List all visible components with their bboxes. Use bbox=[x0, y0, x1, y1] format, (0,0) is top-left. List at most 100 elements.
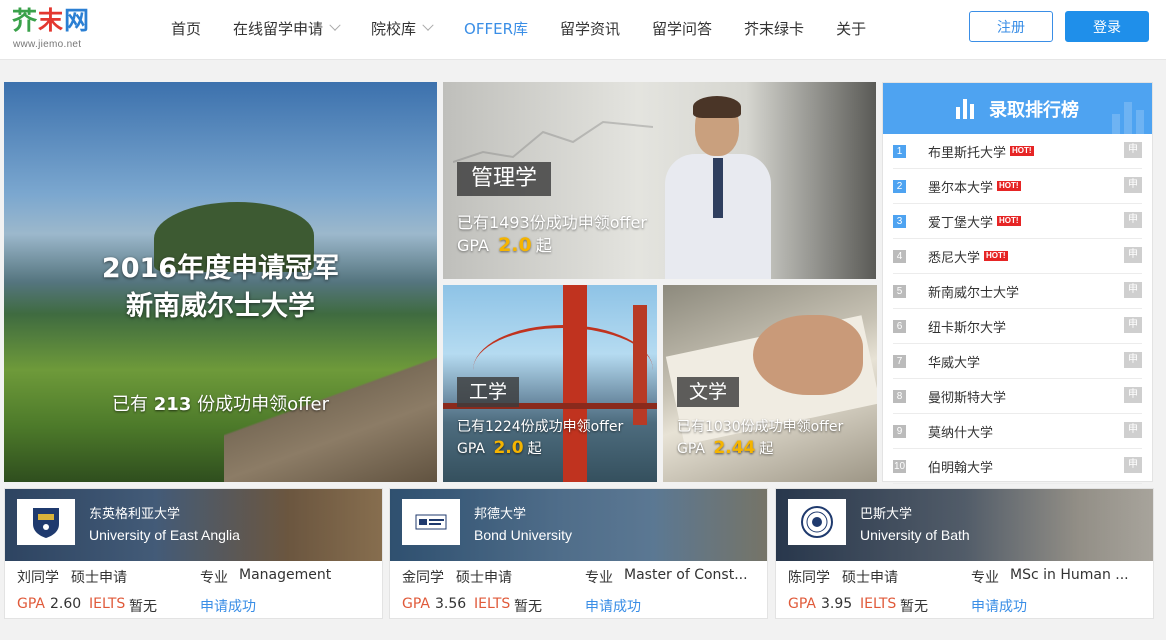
nav-item-greencard[interactable]: 芥末绿卡 bbox=[728, 0, 820, 56]
ranking-list: 1 布里斯托大学 HOT! 申 2 墨尔本大学 HOT! 申 3 爱丁堡大学 HOT! 申 4 悉尼大学 H… bbox=[883, 134, 1152, 484]
ielts-label: IELTS bbox=[860, 596, 897, 612]
gpa-value: 3.56 bbox=[435, 596, 467, 612]
gpa-value: 2.44 bbox=[713, 438, 756, 458]
apply-tag[interactable]: 申 bbox=[1124, 387, 1142, 403]
nav-label: 芥末绿卡 bbox=[744, 19, 805, 38]
presenter-image bbox=[663, 92, 773, 279]
nav-item-offer-db[interactable]: OFFER库 bbox=[448, 0, 544, 56]
gpa-value: 2.60 bbox=[50, 596, 82, 612]
apply-tag[interactable]: 申 bbox=[1124, 247, 1142, 263]
offer-count-text: 已有1224份成功申领offer bbox=[457, 419, 624, 435]
ranking-row[interactable]: 6 纽卡斯尔大学 申 bbox=[893, 309, 1142, 344]
logo-url: www.jiemo.net bbox=[13, 39, 82, 50]
chevron-down-icon bbox=[329, 19, 341, 31]
featured-title-line1: 2016年度申请冠军 bbox=[101, 253, 340, 284]
login-button[interactable]: 登录 bbox=[1065, 11, 1149, 42]
ranking-row[interactable]: 4 悉尼大学 HOT! 申 bbox=[893, 239, 1142, 274]
nav-label: OFFER库 bbox=[464, 19, 529, 38]
main-nav: 首页 在线留学申请 院校库 OFFER库 留学资讯 留学问答 芥末绿卡 关于 bbox=[155, 0, 882, 56]
ielts-label: IELTS bbox=[474, 596, 511, 612]
featured-title: 2016年度申请冠军 新南威尔士大学 bbox=[4, 250, 437, 326]
major-label: 专业 bbox=[200, 570, 228, 586]
hot-badge: HOT! bbox=[997, 181, 1021, 191]
featured-banner[interactable]: 2016年度申请冠军 新南威尔士大学 已有 213 份成功申领offer bbox=[4, 82, 437, 482]
gpa-line: GPA 2.0 起 bbox=[457, 232, 552, 256]
gpa-value: 2.0 bbox=[493, 438, 524, 458]
top-header: 芥末网 www.jiemo.net 首页 在线留学申请 院校库 OFFER库 留… bbox=[0, 0, 1166, 60]
hot-badge: HOT! bbox=[984, 251, 1008, 261]
ranking-row[interactable]: 10 伯明翰大学 申 bbox=[893, 449, 1142, 484]
gpa-label: GPA bbox=[677, 441, 705, 457]
rank-number: 3 bbox=[893, 214, 906, 228]
gpa-value: 2.0 bbox=[498, 234, 532, 256]
university-crest-icon bbox=[402, 499, 460, 545]
category-tile-engineering[interactable]: 工学 已有1224份成功申领offer GPA 2.0 起 bbox=[443, 285, 657, 482]
register-button[interactable]: 注册 bbox=[969, 11, 1053, 42]
student-name: 陈同学 bbox=[788, 570, 830, 586]
offer-card[interactable]: 邦德大学 Bond University 金同学 硕士申请 专业 Master … bbox=[389, 488, 768, 619]
category-tag: 管理学 bbox=[457, 162, 552, 196]
student-name: 金同学 bbox=[402, 570, 444, 586]
apply-tag[interactable]: 申 bbox=[1124, 317, 1142, 333]
category-tile-management[interactable]: 管理学 已有1493份成功申领offer GPA 2.0 起 bbox=[443, 82, 876, 279]
nav-item-about[interactable]: 关于 bbox=[820, 0, 882, 56]
bridge-tower-image bbox=[563, 285, 587, 482]
ranking-row[interactable]: 3 爱丁堡大学 HOT! 申 bbox=[893, 204, 1142, 239]
rank-number: 6 bbox=[893, 319, 906, 333]
ranking-row[interactable]: 7 华威大学 申 bbox=[893, 344, 1142, 379]
ranking-row[interactable]: 1 布里斯托大学 HOT! 申 bbox=[893, 134, 1142, 169]
nav-item-home[interactable]: 首页 bbox=[155, 0, 217, 56]
gpa-label: GPA bbox=[457, 441, 485, 457]
ranking-row[interactable]: 2 墨尔本大学 HOT! 申 bbox=[893, 169, 1142, 204]
university-name-cn: 东英格利亚大学 bbox=[89, 507, 181, 522]
degree-type: 硕士申请 bbox=[842, 570, 898, 586]
category-tag: 文学 bbox=[677, 377, 740, 407]
rank-number: 5 bbox=[893, 284, 906, 298]
rank-number: 7 bbox=[893, 354, 906, 368]
apply-tag[interactable]: 申 bbox=[1124, 142, 1142, 158]
apply-tag[interactable]: 申 bbox=[1124, 282, 1142, 298]
nav-item-news[interactable]: 留学资讯 bbox=[544, 0, 636, 56]
offer-card[interactable]: 巴斯大学 University of Bath 陈同学 硕士申请 专业 MSc … bbox=[775, 488, 1154, 619]
nav-item-school-db[interactable]: 院校库 bbox=[355, 0, 448, 56]
degree-type: 硕士申请 bbox=[71, 570, 127, 586]
university-crest-icon bbox=[788, 499, 846, 545]
rank-university-name: 布里斯托大学 bbox=[928, 145, 1007, 161]
ranking-row[interactable]: 5 新南威尔士大学 申 bbox=[893, 274, 1142, 309]
apply-tag[interactable]: 申 bbox=[1124, 422, 1142, 438]
nav-item-qa[interactable]: 留学问答 bbox=[636, 0, 728, 56]
major-value: Master of Const... bbox=[624, 567, 748, 583]
nav-item-online-apply[interactable]: 在线留学申请 bbox=[217, 0, 355, 56]
ielts-label: IELTS bbox=[89, 596, 126, 612]
apply-tag[interactable]: 申 bbox=[1124, 212, 1142, 228]
ranking-row[interactable]: 9 莫纳什大学 申 bbox=[893, 414, 1142, 449]
rank-university-name: 纽卡斯尔大学 bbox=[928, 320, 1007, 336]
offer-card[interactable]: 东英格利亚大学 University of East Anglia 刘同学 硕士… bbox=[4, 488, 383, 619]
apply-tag[interactable]: 申 bbox=[1124, 457, 1142, 473]
rank-university-name: 莫纳什大学 bbox=[928, 425, 994, 441]
status-link[interactable]: 申请成功 bbox=[971, 596, 1027, 616]
status-link[interactable]: 申请成功 bbox=[585, 596, 641, 616]
hot-badge: HOT! bbox=[1010, 146, 1034, 156]
featured-title-line2: 新南威尔士大学 bbox=[126, 291, 315, 322]
major-value: Management bbox=[239, 567, 332, 583]
count-value: 213 bbox=[153, 394, 192, 415]
university-name-cn: 巴斯大学 bbox=[860, 507, 913, 522]
apply-tag[interactable]: 申 bbox=[1124, 352, 1142, 368]
nav-label: 在线留学申请 bbox=[233, 19, 324, 38]
rank-university-name: 华威大学 bbox=[928, 355, 981, 371]
ranking-row[interactable]: 8 曼彻斯特大学 申 bbox=[893, 379, 1142, 414]
nav-label: 院校库 bbox=[371, 19, 417, 38]
site-logo[interactable]: 芥末网 www.jiemo.net bbox=[12, 6, 112, 52]
status-link[interactable]: 申请成功 bbox=[200, 596, 256, 616]
gpa-suffix: 起 bbox=[759, 441, 774, 457]
university-name-en: Bond University bbox=[474, 527, 573, 543]
category-tile-literature[interactable]: 文学 已有1030份成功申领offer GPA 2.44 起 bbox=[663, 285, 877, 482]
apply-tag[interactable]: 申 bbox=[1124, 177, 1142, 193]
rank-number: 2 bbox=[893, 179, 906, 193]
major-value: MSc in Human ... bbox=[1010, 567, 1129, 583]
rank-university-name: 伯明翰大学 bbox=[928, 460, 994, 476]
gpa-label: GPA bbox=[457, 236, 489, 255]
ielts-value: 暂无 bbox=[514, 599, 542, 615]
university-crest-icon bbox=[17, 499, 75, 545]
